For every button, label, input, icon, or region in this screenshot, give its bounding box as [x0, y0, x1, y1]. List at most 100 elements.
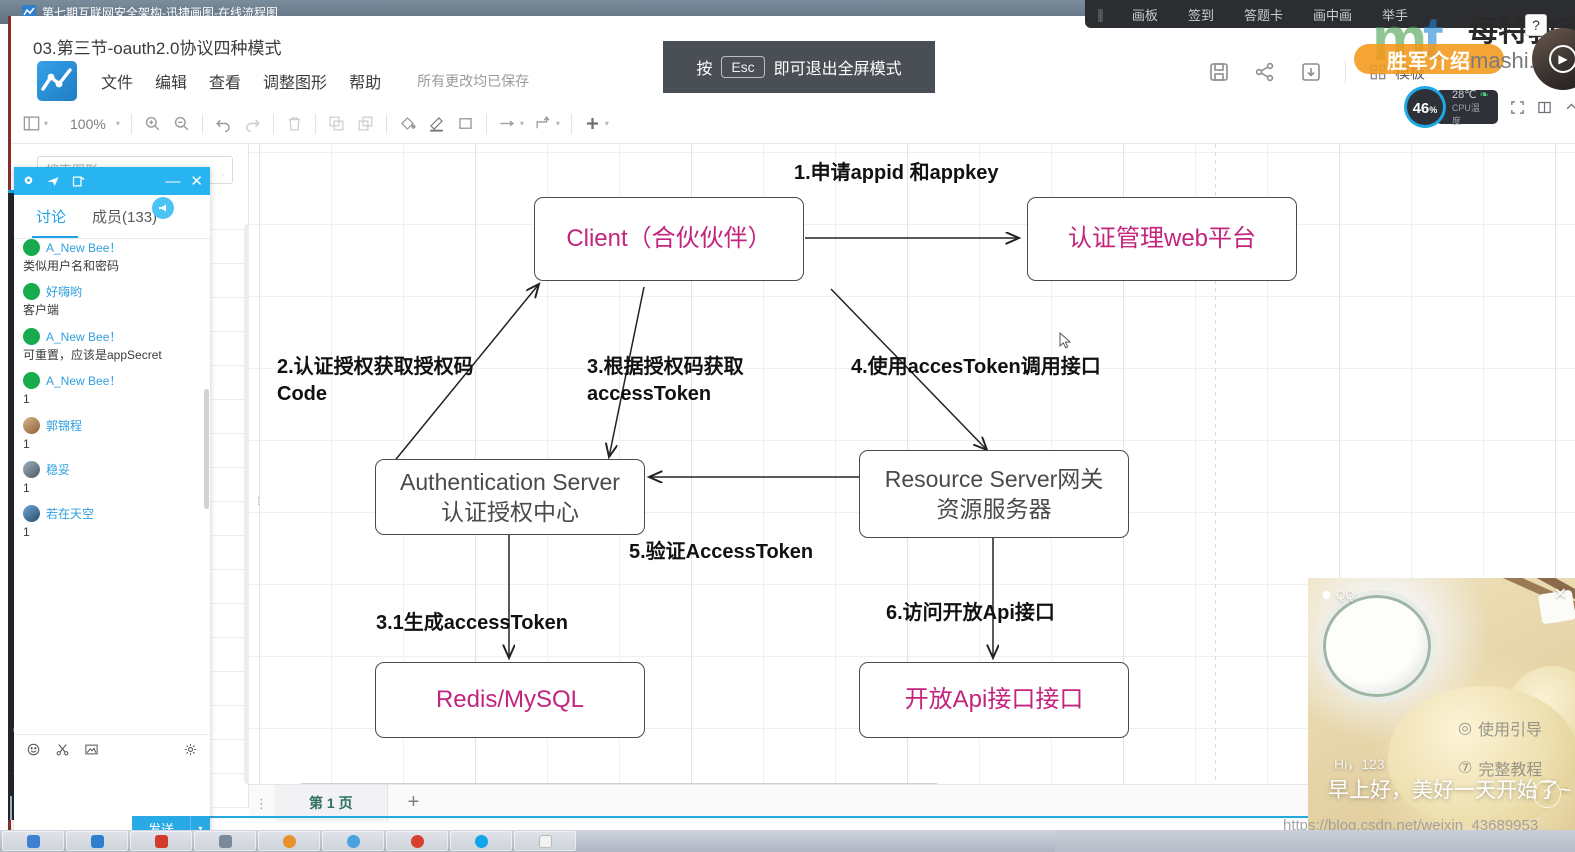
qq-message-input[interactable] — [14, 764, 210, 812]
node-label-line2: 认证授权中心 — [441, 499, 579, 525]
menu-item-arrange[interactable]: 调整图形 — [263, 69, 327, 93]
taskbar-item[interactable] — [258, 831, 320, 851]
message-author: 稳妥 — [46, 462, 71, 477]
bowl-graphic — [1318, 590, 1436, 702]
qq-compose-toolbar — [14, 734, 210, 764]
class-toolbar-item-pip[interactable]: 画中画 — [1313, 5, 1352, 24]
fill-color-icon[interactable] — [398, 114, 417, 133]
line-style-icon[interactable]: ▾ — [498, 114, 524, 133]
announcement-icon[interactable] — [152, 197, 174, 219]
step-label-6: 6.访问开放Api接口 — [886, 600, 1055, 627]
drag-grip-icon[interactable]: ||| — [1097, 6, 1104, 22]
undo-icon[interactable] — [214, 114, 233, 133]
help-icon[interactable]: ? — [1533, 780, 1561, 808]
taskbar-item[interactable] — [194, 831, 256, 851]
plane-icon[interactable] — [46, 174, 61, 189]
zoom-caret-icon[interactable]: ▾ — [116, 119, 120, 128]
qq-minimize-button[interactable]: — — [165, 174, 180, 189]
qq-promo-popup[interactable]: QQ ✕ ◎ 使用引导 ⑦ 完整教程 Hi，123 早上好，美好一天开始了~ ? — [1308, 578, 1575, 840]
popout-icon[interactable] — [71, 174, 86, 189]
layout-caret-icon: ▾ — [44, 119, 49, 128]
taskbar-icon — [154, 834, 168, 848]
taskbar-item[interactable] — [514, 831, 576, 851]
taskbar-item[interactable] — [2, 831, 64, 851]
save-icon[interactable] — [1207, 60, 1231, 84]
redo-icon[interactable] — [243, 114, 262, 133]
cpu-usage-value: 46 — [1412, 100, 1430, 117]
shape-style-icon[interactable] — [456, 114, 475, 133]
panel-layout-icon[interactable]: ▾ — [22, 114, 48, 133]
node-open-api[interactable]: 开放Api接口接口 — [859, 662, 1129, 738]
add-page-button[interactable]: + — [388, 791, 440, 814]
zoom-in-icon[interactable] — [143, 114, 162, 133]
qq-close-button[interactable]: ✕ — [190, 174, 203, 189]
fullscreen-icon[interactable] — [1510, 100, 1525, 115]
download-icon[interactable] — [1299, 60, 1323, 84]
close-icon[interactable]: ✕ — [1554, 584, 1567, 604]
message-author: A_New Bee！ — [46, 329, 122, 344]
avatar — [23, 505, 40, 523]
search-icon[interactable] — [222, 163, 224, 178]
node-client[interactable]: Client（合伙伙伴） — [534, 197, 804, 281]
page-menu-icon[interactable]: ⋮ — [249, 797, 275, 810]
insert-icon[interactable]: ▾ — [583, 114, 609, 133]
qq-message-scrollbar[interactable] — [204, 389, 209, 509]
tab-discussion[interactable]: 讨论 — [36, 206, 66, 227]
node-label: 开放Api接口接口 — [904, 686, 1084, 714]
share-icon[interactable] — [1253, 60, 1277, 84]
connector-style-icon[interactable]: ▾ — [534, 114, 560, 133]
node-resource-server[interactable]: Resource Server网关 资源服务器 — [859, 450, 1129, 538]
fullscreen-exit-hint: 按 Esc 即可退出全屏模式 — [663, 41, 935, 93]
image-icon[interactable] — [84, 742, 99, 757]
taskbar-icon — [346, 834, 360, 848]
node-redis-mysql[interactable]: Redis/MySQL — [375, 662, 645, 738]
usage-guide-link[interactable]: ◎ 使用引导 — [1458, 716, 1542, 740]
editor-toolbar: ▾ 100% ▾ ▾ ▾ ▾ — [11, 104, 1575, 144]
send-back-icon[interactable] — [356, 114, 375, 133]
emoji-icon[interactable] — [26, 742, 41, 757]
zoom-out-icon[interactable] — [172, 114, 191, 133]
taskbar-icon — [410, 834, 424, 848]
menu-item-help[interactable]: 帮助 — [349, 69, 381, 93]
message-author: 若在天空 — [46, 507, 95, 522]
message-author: A_New Bee！ — [46, 374, 122, 389]
menu-item-view[interactable]: 查看 — [209, 69, 241, 93]
class-toolbar-item-whiteboard[interactable]: 画板 — [1132, 5, 1158, 24]
qq-message-list[interactable]: A_New Bee！ 类似用户名和密码 好嗨哟 客户端 A_New Bee！ 可… — [14, 239, 210, 734]
node-label-line1: Authentication Server — [400, 468, 620, 495]
node-auth-web-platform[interactable]: 认证管理web平台 — [1027, 197, 1297, 281]
class-toolbar-item-answercard[interactable]: 答题卡 — [1244, 5, 1283, 24]
taskbar-item[interactable] — [386, 831, 448, 851]
menu-item-file[interactable]: 文件 — [101, 69, 133, 93]
menu-item-edit[interactable]: 编辑 — [155, 69, 187, 93]
taskbar-item[interactable] — [66, 831, 128, 851]
collapse-icon[interactable] — [1564, 100, 1575, 115]
taskbar-icon — [282, 834, 296, 848]
split-icon[interactable] — [1537, 100, 1552, 115]
canvas-panel-grip[interactable]: ⁞ — [257, 494, 261, 508]
zoom-level-value[interactable]: 100% — [70, 116, 106, 132]
template-button[interactable]: 模板 — [1368, 62, 1425, 83]
avatar — [23, 372, 40, 390]
connector-caret-icon: ▾ — [555, 119, 560, 128]
scissors-icon[interactable] — [55, 742, 70, 757]
promo-greeting-user: Hi，123 — [1334, 756, 1385, 772]
node-authentication-server[interactable]: Authentication Server 认证授权中心 — [375, 459, 645, 535]
toolbar-group-zoom — [132, 114, 202, 133]
class-toolbar-item-signin[interactable]: 签到 — [1188, 5, 1214, 24]
taskbar-item[interactable] — [450, 831, 512, 851]
tab-members[interactable]: 成员(133) — [92, 206, 157, 227]
class-toolbar-item-raisehand[interactable]: 举手 — [1382, 5, 1408, 24]
settings-icon[interactable] — [183, 742, 198, 757]
message-author: 好嗨哟 — [46, 285, 83, 300]
taskbar-item[interactable] — [130, 831, 192, 851]
line-color-icon[interactable] — [427, 114, 446, 133]
delete-icon[interactable] — [285, 114, 304, 133]
bring-front-icon[interactable] — [327, 114, 346, 133]
node-label: Client（合伙伙伴） — [566, 225, 772, 253]
taskbar-item[interactable] — [322, 831, 384, 851]
qq-brand-text: QQ — [1336, 588, 1355, 602]
toolbar-group-layout: ▾ — [11, 114, 59, 133]
guide-circle-icon: ◎ — [1458, 720, 1472, 737]
pin-icon[interactable] — [21, 174, 36, 189]
